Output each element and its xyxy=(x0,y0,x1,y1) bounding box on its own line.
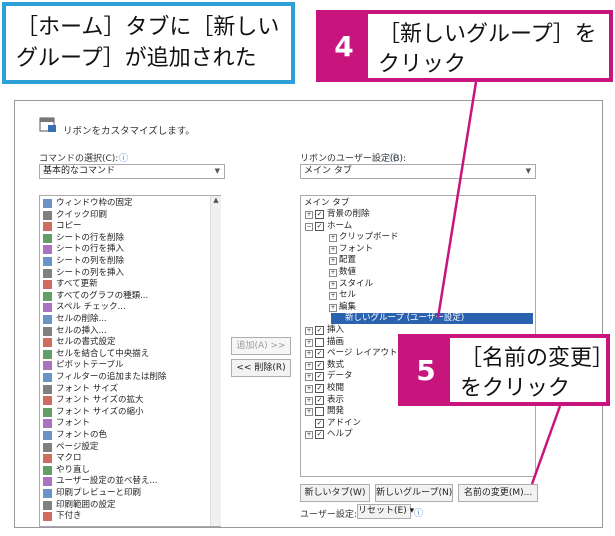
leader-lines xyxy=(436,81,562,485)
leader-line-step-4 xyxy=(436,81,478,319)
leader-line-step-5 xyxy=(530,405,562,485)
